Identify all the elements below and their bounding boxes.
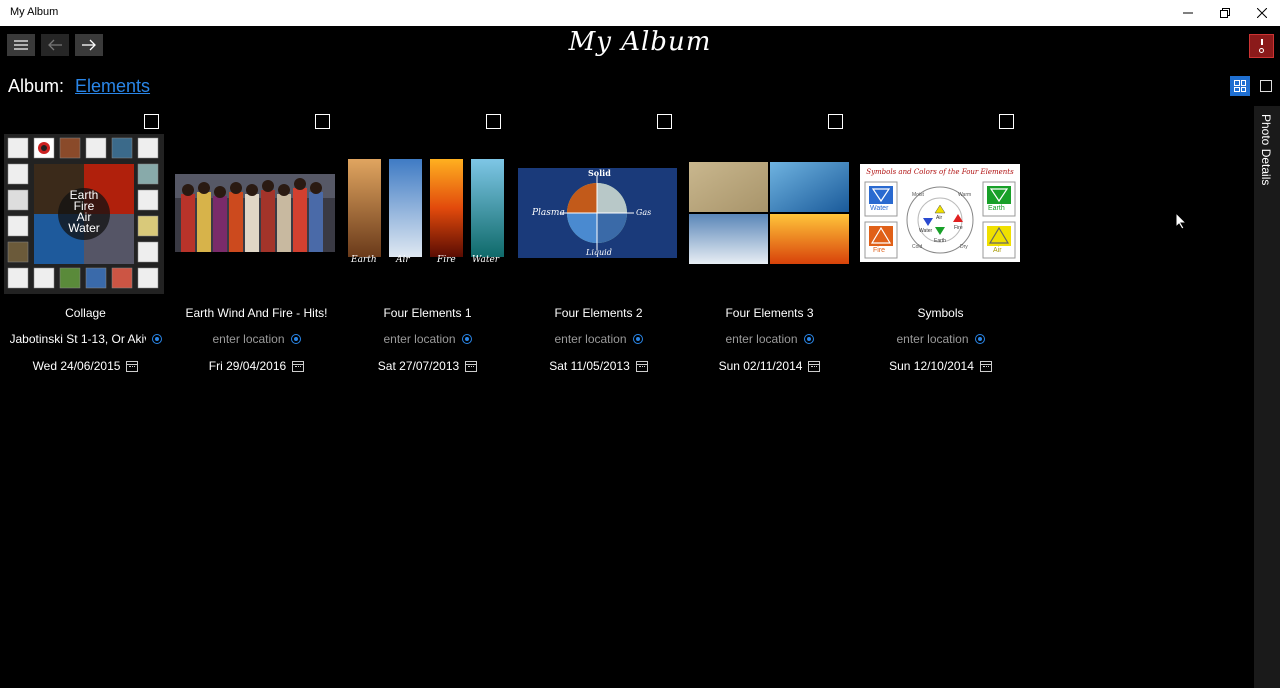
photo-location[interactable]: enter location	[171, 332, 342, 346]
photo-date[interactable]: Sun 12/10/2014	[855, 359, 1026, 373]
date-text[interactable]: Sun 02/11/2014	[719, 359, 803, 373]
location-pin-icon[interactable]	[290, 334, 301, 344]
location-pin-icon[interactable]	[151, 334, 162, 344]
photo-name[interactable]: Four Elements 1	[342, 306, 513, 320]
grid-view-icon	[1234, 80, 1246, 92]
photo-item[interactable]: Four Elements 3 enter location Sun 02/11…	[684, 112, 855, 382]
date-text[interactable]: Sat 11/05/2013	[549, 359, 630, 373]
app-title: My Album	[568, 27, 712, 57]
photo-details-label: Photo Details	[1259, 114, 1273, 186]
photo-name[interactable]: Earth Wind And Fire - Hits!	[171, 306, 342, 320]
calendar-icon[interactable]	[979, 360, 992, 372]
date-text[interactable]: Fri 29/04/2016	[209, 359, 286, 373]
location-text[interactable]: enter location	[212, 332, 284, 346]
photo-item[interactable]: Earth Fire Air Water Collage Jabotinski …	[0, 112, 171, 382]
photo-item[interactable]: Solid Plasma Gas Liquid Four Elements 2 …	[513, 112, 684, 382]
select-checkbox[interactable]	[315, 114, 330, 129]
calendar-icon[interactable]	[808, 360, 821, 372]
close-window-button[interactable]	[1244, 0, 1280, 26]
calendar-icon[interactable]	[465, 360, 478, 372]
minimize-button[interactable]	[1170, 0, 1206, 26]
location-pin-icon[interactable]	[974, 334, 985, 344]
calendar-icon[interactable]	[635, 360, 648, 372]
album-label: Album:	[8, 76, 65, 96]
photo-thumbnail[interactable]: Symbols and Colors of the Four Elements …	[860, 164, 1020, 262]
restore-button[interactable]	[1207, 0, 1243, 26]
calendar-icon[interactable]	[292, 360, 305, 372]
location-text[interactable]: enter location	[383, 332, 455, 346]
location-pin-icon[interactable]	[803, 334, 814, 344]
location-text[interactable]: enter location	[725, 332, 797, 346]
photo-location[interactable]: enter location	[684, 332, 855, 346]
photo-thumbnail[interactable]: Earth Air Fire Water	[348, 159, 504, 269]
select-checkbox[interactable]	[144, 114, 159, 129]
photo-item[interactable]: Earth Air Fire Water Four Elements 1 ent…	[342, 112, 513, 382]
photo-details-panel[interactable]: Photo Details	[1254, 106, 1280, 688]
select-checkbox[interactable]	[999, 114, 1014, 129]
window-titlebar: My Album	[0, 0, 1280, 26]
photo-date[interactable]: Sun 02/11/2014	[684, 359, 855, 373]
location-text[interactable]: enter location	[554, 332, 626, 346]
photo-name[interactable]: Symbols	[855, 306, 1026, 320]
photo-location[interactable]: Jabotinski St 1-13, Or Akiva	[0, 332, 171, 346]
calendar-icon[interactable]	[126, 360, 139, 372]
photo-name[interactable]: Four Elements 3	[684, 306, 855, 320]
photo-thumbnail[interactable]: Solid Plasma Gas Liquid	[518, 168, 677, 258]
photo-date[interactable]: Sat 11/05/2013	[513, 359, 684, 373]
date-text[interactable]: Sat 27/07/2013	[378, 359, 459, 373]
photo-date[interactable]: Fri 29/04/2016	[171, 359, 342, 373]
photo-date[interactable]: Wed 24/06/2015	[0, 359, 171, 373]
photo-date[interactable]: Sat 27/07/2013	[342, 359, 513, 373]
select-checkbox[interactable]	[657, 114, 672, 129]
single-view-button[interactable]	[1256, 76, 1276, 96]
location-pin-icon[interactable]	[632, 334, 643, 344]
album-name-link[interactable]: Elements	[75, 76, 150, 97]
photo-location[interactable]: enter location	[513, 332, 684, 346]
photo-name[interactable]: Collage	[0, 306, 171, 320]
photo-thumbnail[interactable]	[175, 174, 335, 252]
date-text[interactable]: Wed 24/06/2015	[33, 359, 121, 373]
power-button[interactable]	[1249, 34, 1274, 58]
location-pin-icon[interactable]	[461, 334, 472, 344]
photo-location[interactable]: enter location	[855, 332, 1026, 346]
mouse-cursor-icon	[1175, 212, 1187, 230]
select-checkbox[interactable]	[828, 114, 843, 129]
photo-thumbnail[interactable]: Earth Fire Air Water	[4, 134, 164, 294]
photo-item[interactable]: Symbols and Colors of the Four Elements …	[855, 112, 1026, 382]
select-checkbox[interactable]	[486, 114, 501, 129]
location-text[interactable]: Jabotinski St 1-13, Or Akiva	[10, 332, 146, 346]
grid-view-button[interactable]	[1230, 76, 1250, 96]
photo-location[interactable]: enter location	[342, 332, 513, 346]
single-view-icon	[1260, 80, 1272, 92]
minimize-icon	[1183, 12, 1193, 14]
restore-icon	[1220, 8, 1230, 18]
close-icon	[1257, 8, 1267, 18]
location-text[interactable]: enter location	[896, 332, 968, 346]
photo-name[interactable]: Four Elements 2	[513, 306, 684, 320]
window-title: My Album	[10, 6, 59, 18]
photo-thumbnail[interactable]	[689, 162, 849, 264]
power-icon	[1260, 39, 1263, 45]
photo-item[interactable]: Earth Wind And Fire - Hits! enter locati…	[171, 112, 342, 382]
date-text[interactable]: Sun 12/10/2014	[889, 359, 974, 373]
